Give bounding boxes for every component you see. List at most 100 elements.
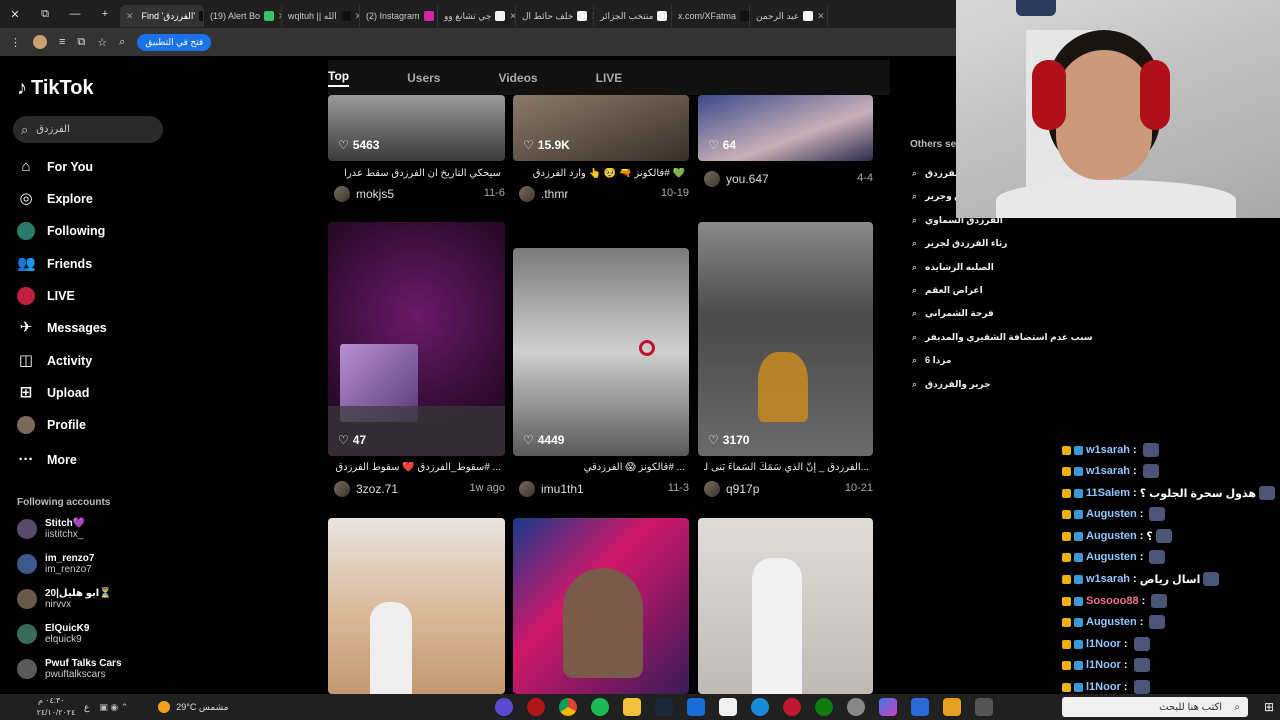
- file-explorer-icon[interactable]: [623, 698, 642, 716]
- video-author[interactable]: q917p: [704, 481, 759, 497]
- video-thumbnail[interactable]: [698, 518, 873, 694]
- browser-tab[interactable]: خلف حائط ال✕: [516, 5, 594, 27]
- chrome-icon[interactable]: [559, 698, 578, 716]
- search-input[interactable]: ⌕ الفرزدق: [13, 116, 163, 143]
- video-caption[interactable]: ...الفرزدق _ إِنَّ الَّذي سَمَكَ السَماء…: [704, 462, 869, 473]
- extensions-icon[interactable]: ⧉: [77, 36, 85, 49]
- settings-icon[interactable]: [847, 698, 866, 716]
- video-author[interactable]: .thmr: [519, 186, 568, 202]
- taskbar-search-input[interactable]: اكتب هنا للبحث ⌕: [1062, 697, 1248, 717]
- app-icon[interactable]: [783, 698, 802, 716]
- sidebar-item-more[interactable]: ··· More: [17, 451, 157, 469]
- video-caption[interactable]: سيحكي التاريخ ان الفرزدق سقط عدرا: [334, 168, 501, 179]
- suggested-search[interactable]: ⌕ مزدا 6: [912, 355, 951, 366]
- following-account[interactable]: ElQuicK9 elquick9: [17, 623, 167, 645]
- heart-icon: ♡: [338, 138, 349, 152]
- search-icon: ⌕: [1234, 701, 1240, 713]
- taskbar-apps: [488, 698, 1000, 716]
- browser-tab[interactable]: wqltuh || الله✕: [282, 5, 360, 27]
- following-account[interactable]: 20|ابو هليل⏳ nirvvx: [17, 588, 167, 610]
- browser-tab[interactable]: ✕ Find 'الفرزدق': [120, 5, 204, 27]
- spotify-icon[interactable]: [591, 698, 610, 716]
- close-tab-icon[interactable]: ✕: [509, 11, 515, 22]
- browser-tab-label: Find 'الفرزدق': [141, 10, 196, 21]
- sidebar-item-upload[interactable]: ⊞ Upload: [17, 384, 157, 402]
- open-in-app-button[interactable]: فتح في التطبيق: [137, 33, 212, 51]
- close-tab-icon[interactable]: ✕: [126, 11, 134, 22]
- chat-username: Augusten: [1086, 530, 1137, 542]
- sidebar-item-following[interactable]: Following: [17, 222, 157, 240]
- minimize-window-icon[interactable]: —: [60, 8, 90, 20]
- following-account[interactable]: Pwuf Talks Cars pwuftalkscars: [17, 658, 167, 680]
- bookmark-star-icon[interactable]: ☆: [97, 36, 107, 49]
- task-view-icon[interactable]: [975, 698, 994, 716]
- close-window-icon[interactable]: ✕: [0, 8, 30, 21]
- app-icon[interactable]: [495, 698, 514, 716]
- tiktok-logo[interactable]: ♪ TikTok: [17, 77, 94, 100]
- following-account[interactable]: im_renzo7 im_renzo7: [17, 553, 167, 575]
- sidebar-item-explore[interactable]: ◎ Explore: [17, 190, 157, 208]
- sidebar-item-messages[interactable]: ✈ Messages: [17, 319, 157, 337]
- profile-avatar[interactable]: [33, 35, 47, 49]
- video-author[interactable]: mokjs5: [334, 186, 394, 202]
- suggested-search[interactable]: ⌕ الصلبه الرشايده: [912, 262, 994, 273]
- video-thumbnail[interactable]: [328, 518, 505, 694]
- store-icon[interactable]: [719, 698, 738, 716]
- suggested-search[interactable]: ⌕ الفرزدق: [912, 168, 961, 179]
- following-account[interactable]: Stitch💜 iistitchx_: [17, 518, 167, 540]
- sidebar-item-friends[interactable]: 👥 Friends: [17, 255, 157, 273]
- video-caption[interactable]: ... #سقوط_الفرزدق ❤️ سقوط الفرزدق: [334, 462, 501, 473]
- video-author[interactable]: 3zoz.71: [334, 481, 398, 497]
- weather-text[interactable]: 29°C مشمس: [176, 702, 228, 713]
- browser-tab[interactable]: x.com/XFatma✕: [672, 5, 750, 27]
- windows-start-icon[interactable]: ⊞: [1264, 700, 1274, 714]
- app-icon[interactable]: [527, 698, 546, 716]
- badge-icon: [1062, 660, 1071, 670]
- sidebar-item-activity[interactable]: ◫ Activity: [17, 352, 157, 370]
- steam-icon[interactable]: [655, 698, 674, 716]
- browser-tab[interactable]: (2) Instagram✕: [360, 5, 438, 27]
- video-caption[interactable]: 💚 #قالكونز 🔫 🥹 👆 وارد الفرزدق: [519, 168, 685, 179]
- search-icon: ⌕: [21, 121, 29, 137]
- sidebar-item-live[interactable]: LIVE: [17, 287, 157, 305]
- xbox-icon[interactable]: [815, 698, 834, 716]
- video-author[interactable]: you.647: [704, 171, 769, 187]
- browser-tab[interactable]: عبد الرحمن ✕: [750, 5, 828, 27]
- app-icon[interactable]: [943, 698, 962, 716]
- video-thumbnail[interactable]: [698, 222, 873, 456]
- language-indicator[interactable]: ع: [84, 702, 89, 713]
- suggested-search[interactable]: ⌕ سبب عدم استضافة الشقيري والمديفر: [912, 332, 1093, 343]
- browser-tab[interactable]: منتخب الجزائر✕: [594, 5, 672, 27]
- browser-tab[interactable]: جي تشانغ وو ✕: [438, 5, 516, 27]
- close-tab-icon[interactable]: ✕: [817, 11, 825, 22]
- sidebar-item-profile[interactable]: Profile: [17, 416, 157, 434]
- video-thumbnail[interactable]: [328, 222, 505, 456]
- tray-icons[interactable]: ▣ ◉ ⌃: [99, 702, 128, 713]
- menu-dots-icon[interactable]: ⋮: [10, 36, 21, 49]
- tab-live[interactable]: LIVE: [596, 71, 623, 85]
- video-author[interactable]: imu1th1: [519, 481, 584, 497]
- suggested-search[interactable]: ⌕ فرحة الشمراني: [912, 308, 994, 319]
- suggested-search[interactable]: ⌕ جرير والفرزدق: [912, 379, 991, 390]
- sidebar-item-for-you[interactable]: ⌂ For You: [17, 158, 157, 176]
- author-name: imu1th1: [541, 482, 584, 496]
- reading-list-icon[interactable]: ≡: [59, 36, 65, 48]
- zoom-icon[interactable]: ⌕: [119, 36, 125, 49]
- tab-favicon: [657, 11, 668, 21]
- browser-tab[interactable]: (19) Alert Bo✕: [204, 5, 282, 27]
- suggested-search[interactable]: ⌕ اعراض العقم: [912, 285, 983, 296]
- app-icon[interactable]: [911, 698, 930, 716]
- mail-icon[interactable]: [687, 698, 706, 716]
- copilot-icon[interactable]: [879, 698, 898, 716]
- video-thumbnail[interactable]: [513, 248, 689, 456]
- new-tab-button[interactable]: +: [90, 8, 120, 20]
- search-tabs: Top Users Videos LIVE: [328, 60, 890, 95]
- edge-icon[interactable]: [751, 698, 770, 716]
- video-thumbnail[interactable]: [513, 518, 689, 694]
- tab-top[interactable]: Top: [328, 69, 350, 87]
- restore-window-icon[interactable]: ⧉: [30, 8, 60, 21]
- video-caption[interactable]: ... #قالكونز 😱 الفرزدقي: [519, 462, 685, 473]
- tab-users[interactable]: Users: [407, 71, 440, 85]
- tab-videos[interactable]: Videos: [498, 71, 537, 85]
- suggested-search[interactable]: ⌕ رثاء الفرزدق لجرير: [912, 238, 1007, 249]
